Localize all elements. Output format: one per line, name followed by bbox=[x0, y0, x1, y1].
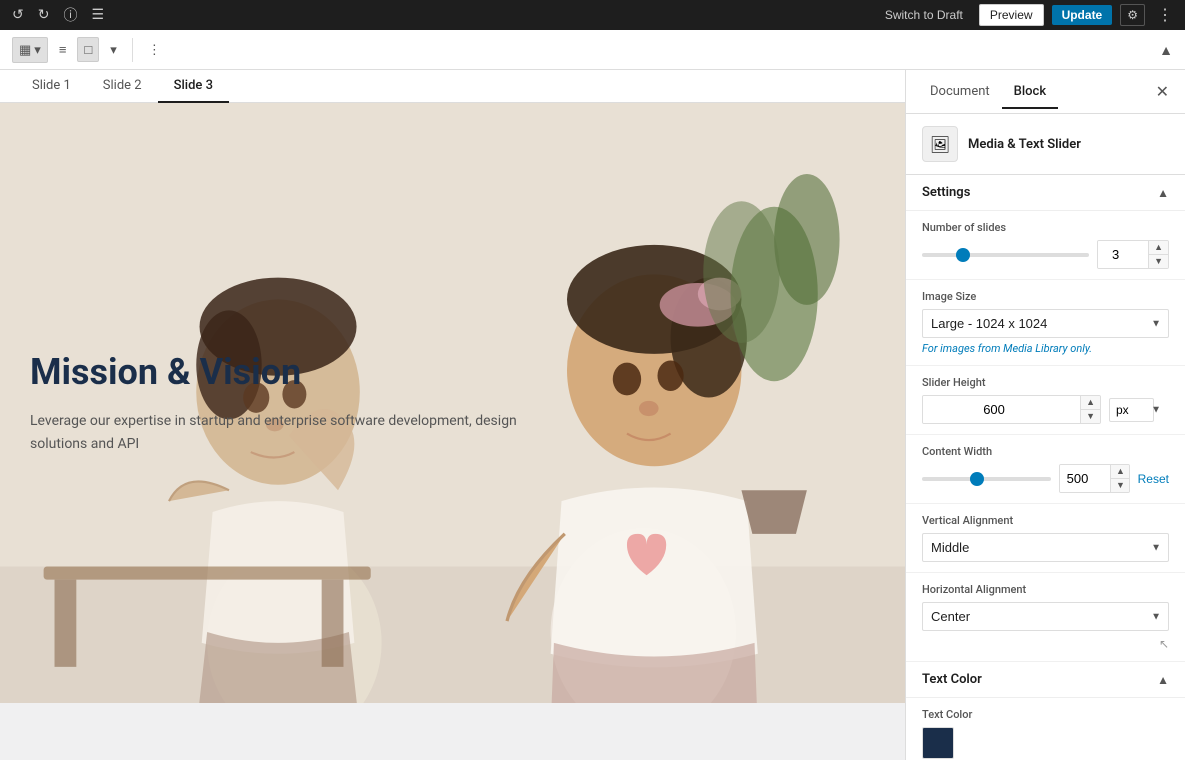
number-of-slides-down[interactable]: ▼ bbox=[1149, 254, 1168, 268]
horizontal-alignment-label: Horizontal Alignment bbox=[922, 583, 1169, 596]
toolbar-dropdown-button[interactable]: ▾ bbox=[103, 37, 124, 63]
slider-height-label: Slider Height bbox=[922, 376, 1169, 389]
media-slider-icon: 🖼 bbox=[930, 135, 950, 154]
image-size-label: Image Size bbox=[922, 290, 1169, 303]
slider-height-spinners: ▲ ▼ bbox=[1080, 396, 1100, 423]
toolbar-dropdown-arrow: ▾ bbox=[34, 42, 41, 58]
scroll-up-button[interactable]: ▲ bbox=[1159, 42, 1173, 58]
list-view-icon[interactable]: ☰ bbox=[87, 5, 108, 25]
image-size-select-wrap: Thumbnail Medium Large - 1024 x 1024 Ful… bbox=[922, 309, 1169, 338]
slider-height-row: Slider Height ▲ ▼ px em vh bbox=[906, 366, 1185, 435]
number-of-slides-input-wrap: ▲ ▼ bbox=[1097, 240, 1169, 269]
vertical-alignment-select[interactable]: Top Middle Bottom bbox=[922, 533, 1169, 562]
square-icon: □ bbox=[84, 42, 92, 57]
horizontal-alignment-select[interactable]: Left Center Right bbox=[922, 602, 1169, 631]
slider-height-unit-wrap: px em vh ▼ bbox=[1109, 398, 1169, 422]
slide-image: Mission & Vision Leverage our expertise … bbox=[0, 103, 905, 703]
image-size-select[interactable]: Thumbnail Medium Large - 1024 x 1024 Ful… bbox=[922, 309, 1169, 338]
block-info: 🖼 Media & Text Slider bbox=[906, 114, 1185, 175]
ellipsis-icon: ⋮ bbox=[148, 42, 161, 58]
toolbar-square-view-button[interactable]: □ bbox=[77, 37, 99, 62]
slider-height-down[interactable]: ▼ bbox=[1081, 409, 1100, 423]
content-width-label: Content Width bbox=[922, 445, 1169, 458]
cursor-hint: ↖ bbox=[922, 637, 1169, 651]
number-of-slides-control: ▲ ▼ bbox=[922, 240, 1169, 269]
number-of-slides-up[interactable]: ▲ bbox=[1149, 241, 1168, 254]
slide-tab-3[interactable]: Slide 3 bbox=[158, 70, 229, 103]
content-width-up[interactable]: ▲ bbox=[1111, 465, 1130, 478]
text-color-section-title: Text Color bbox=[922, 672, 982, 687]
content-width-spinners: ▲ ▼ bbox=[1110, 465, 1130, 492]
redo-icon[interactable]: ↻ bbox=[34, 5, 54, 25]
content-width-down[interactable]: ▼ bbox=[1111, 478, 1130, 492]
vertical-alignment-label: Vertical Alignment bbox=[922, 514, 1169, 527]
editor-area[interactable]: Slide 1 Slide 2 Slide 3 bbox=[0, 70, 905, 760]
text-color-label: Text Color bbox=[922, 708, 1169, 721]
slide-description: Leverage our expertise in startup and en… bbox=[30, 410, 530, 455]
text-color-swatch-button[interactable] bbox=[922, 727, 954, 759]
content-width-input[interactable] bbox=[1060, 465, 1110, 492]
slider-height-input[interactable] bbox=[923, 396, 1080, 423]
update-button[interactable]: Update bbox=[1052, 5, 1113, 25]
toolbar-divider bbox=[132, 38, 133, 62]
panel-close-button[interactable]: ✕ bbox=[1152, 80, 1173, 104]
text-color-section-header: Text Color ▲ bbox=[906, 662, 1185, 698]
slide-tab-2[interactable]: Slide 2 bbox=[87, 70, 158, 103]
number-of-slides-row: Number of slides ▲ ▼ bbox=[906, 211, 1185, 280]
number-of-slides-input[interactable] bbox=[1098, 241, 1148, 268]
horizontal-alignment-row: Horizontal Alignment Left Center Right ▼… bbox=[906, 573, 1185, 662]
settings-section: Settings ▲ Number of slides ▲ ▼ bbox=[906, 175, 1185, 760]
top-bar-right: Switch to Draft Preview Update ⚙ ⋮ bbox=[877, 4, 1177, 26]
image-icon: ▦ bbox=[19, 42, 31, 58]
vertical-alignment-select-wrap: Top Middle Bottom ▼ bbox=[922, 533, 1169, 562]
slider-height-up[interactable]: ▲ bbox=[1081, 396, 1100, 409]
block-toolbar: ▦ ▾ ≡ □ ▾ ⋮ ▲ bbox=[0, 30, 1185, 70]
chevron-down-icon: ▾ bbox=[110, 42, 117, 58]
slider-height-unit-select[interactable]: px em vh bbox=[1109, 398, 1154, 422]
content-width-slider[interactable] bbox=[922, 477, 1051, 481]
settings-button[interactable]: ⚙ bbox=[1120, 4, 1145, 26]
slide-title: Mission & Vision bbox=[30, 351, 530, 394]
slider-height-input-wrap: ▲ ▼ bbox=[922, 395, 1101, 424]
slide-content: Mission & Vision Leverage our expertise … bbox=[0, 103, 905, 703]
number-of-slides-spinners: ▲ ▼ bbox=[1148, 241, 1168, 268]
main-layout: Slide 1 Slide 2 Slide 3 bbox=[0, 70, 1185, 760]
slide-tab-1[interactable]: Slide 1 bbox=[16, 70, 87, 103]
slide-text-overlay: Mission & Vision Leverage our expertise … bbox=[30, 351, 530, 455]
top-bar: ↺ ↻ ⓘ ☰ Switch to Draft Preview Update ⚙… bbox=[0, 0, 1185, 30]
side-panel: Document Block ✕ 🖼 Media & Text Slider S… bbox=[905, 70, 1185, 760]
list-icon: ≡ bbox=[59, 42, 67, 57]
settings-collapse-button[interactable]: ▲ bbox=[1157, 186, 1169, 200]
panel-tabs: Document Block ✕ bbox=[906, 70, 1185, 114]
more-options-button[interactable]: ⋮ bbox=[1153, 5, 1177, 25]
block-name-label: Media & Text Slider bbox=[968, 137, 1081, 152]
toolbar-list-view-button[interactable]: ≡ bbox=[52, 37, 74, 62]
number-of-slides-label: Number of slides bbox=[922, 221, 1169, 234]
horizontal-alignment-select-wrap: Left Center Right ▼ bbox=[922, 602, 1169, 631]
toolbar-view-image-button[interactable]: ▦ ▾ bbox=[12, 37, 48, 63]
panel-tab-block[interactable]: Block bbox=[1002, 76, 1058, 109]
content-width-row: Content Width ▲ ▼ Reset bbox=[906, 435, 1185, 504]
settings-section-header: Settings ▲ bbox=[906, 175, 1185, 211]
text-color-row: Text Color bbox=[906, 698, 1185, 760]
slider-height-control: ▲ ▼ px em vh ▼ bbox=[922, 395, 1169, 424]
info-icon[interactable]: ⓘ bbox=[59, 3, 81, 27]
vertical-alignment-row: Vertical Alignment Top Middle Bottom ▼ bbox=[906, 504, 1185, 573]
undo-icon[interactable]: ↺ bbox=[8, 5, 28, 25]
content-width-input-wrap: ▲ ▼ bbox=[1059, 464, 1130, 493]
text-color-collapse-button[interactable]: ▲ bbox=[1157, 673, 1169, 687]
number-of-slides-slider[interactable] bbox=[922, 253, 1089, 257]
content-width-control: ▲ ▼ Reset bbox=[922, 464, 1169, 493]
settings-title: Settings bbox=[922, 185, 970, 200]
content-width-reset-button[interactable]: Reset bbox=[1138, 472, 1169, 486]
toolbar-more-options-button[interactable]: ⋮ bbox=[141, 37, 168, 63]
preview-button[interactable]: Preview bbox=[979, 4, 1044, 26]
panel-tab-document[interactable]: Document bbox=[918, 76, 1002, 109]
switch-to-draft-button[interactable]: Switch to Draft bbox=[877, 5, 971, 25]
slide-tabs: Slide 1 Slide 2 Slide 3 bbox=[0, 70, 905, 103]
image-size-row: Image Size Thumbnail Medium Large - 1024… bbox=[906, 280, 1185, 366]
block-icon: 🖼 bbox=[922, 126, 958, 162]
image-size-note: For images from Media Library only. bbox=[922, 342, 1169, 355]
